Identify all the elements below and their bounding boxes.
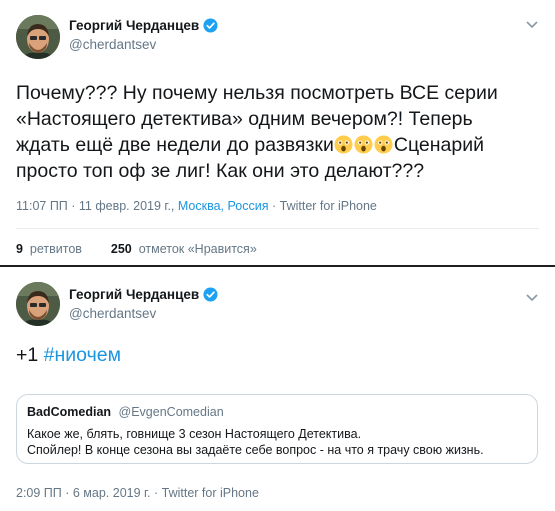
tweet-text-fragment: Сценарий: [393, 134, 484, 156]
quoted-text: Какое же, блять, говнище 3 сезон Настоящ…: [27, 426, 484, 458]
author-name-text[interactable]: Георгий Черданцев: [69, 287, 199, 302]
tweet-text-line: просто топ оф зе лиг! Как они это делают…: [16, 160, 425, 182]
likes-label: отметок «Нравится»: [138, 242, 257, 256]
retweets-stat[interactable]: 9 ретвитов: [16, 242, 82, 256]
quoted-text-line: Спойлер! В конце сезона вы задаёте себе …: [27, 443, 484, 457]
quoted-author-name: BadComedian: [27, 405, 112, 419]
quoted-tweet[interactable]: BadComedian @EvgenComedian Какое же, бля…: [16, 394, 538, 464]
tweet-source[interactable]: · Twitter for iPhone: [272, 199, 377, 213]
tweet-stats: 9 ретвитов 250 отметок «Нравится»: [16, 242, 257, 256]
likes-stat[interactable]: 250 отметок «Нравится»: [111, 242, 257, 256]
author-handle[interactable]: @cherdantsev: [69, 306, 156, 321]
divider: [16, 228, 539, 229]
tweet-text-line: ждать ещё две недели до развязки Сценарий: [16, 132, 541, 158]
author-handle[interactable]: @cherdantsev: [69, 37, 156, 52]
chevron-down-icon[interactable]: [525, 293, 539, 303]
author-name[interactable]: Георгий Черданцев: [69, 18, 218, 33]
tweet-2: Георгий Черданцев @cherdantsev +1 #ниоче…: [0, 267, 555, 511]
hashtag-link[interactable]: #ниочем: [44, 344, 121, 366]
astonished-face-icon: [374, 135, 393, 154]
tweet-text-fragment: +1: [16, 344, 39, 366]
tweet-location-link[interactable]: Москва, Россия: [178, 199, 269, 213]
chevron-down-icon[interactable]: [525, 20, 539, 30]
author-name-text[interactable]: Георгий Черданцев: [69, 18, 199, 33]
tweet-text-line: «Настоящего детектива» одним вечером?! Т…: [16, 108, 473, 130]
author-name[interactable]: Георгий Черданцев: [69, 287, 218, 302]
quoted-author: BadComedian @EvgenComedian: [27, 405, 224, 419]
tweet-meta: 11:07 ПП · 11 февр. 2019 г., Москва, Рос…: [16, 199, 377, 213]
verified-badge-icon: [203, 287, 218, 302]
tweet-timestamp[interactable]: 11:07 ПП · 11 февр. 2019 г.,: [16, 199, 174, 213]
tweet-meta[interactable]: 2:09 ПП · 6 мар. 2019 г. · Twitter for i…: [16, 486, 259, 500]
retweets-count: 9: [16, 242, 23, 256]
astonished-face-icon: [334, 135, 353, 154]
quoted-author-handle: @EvgenComedian: [118, 405, 224, 419]
tweet-text-fragment: ждать ещё две недели до развязки: [16, 134, 334, 156]
likes-count: 250: [110, 242, 132, 256]
astonished-face-icon: [354, 135, 373, 154]
retweets-label: ретвитов: [29, 242, 82, 256]
avatar[interactable]: [16, 282, 60, 326]
quoted-text-line: Какое же, блять, говнище 3 сезон Настоящ…: [27, 427, 362, 441]
tweet-text: +1 #ниочем: [16, 344, 121, 367]
tweet-text: Почему??? Ну почему нельзя посмотреть ВС…: [16, 80, 541, 184]
tweet-text-line: Почему??? Ну почему нельзя посмотреть ВС…: [16, 82, 498, 104]
avatar[interactable]: [16, 15, 60, 59]
verified-badge-icon: [203, 18, 218, 33]
tweet-1: Георгий Черданцев @cherdantsev Почему???…: [0, 0, 555, 265]
